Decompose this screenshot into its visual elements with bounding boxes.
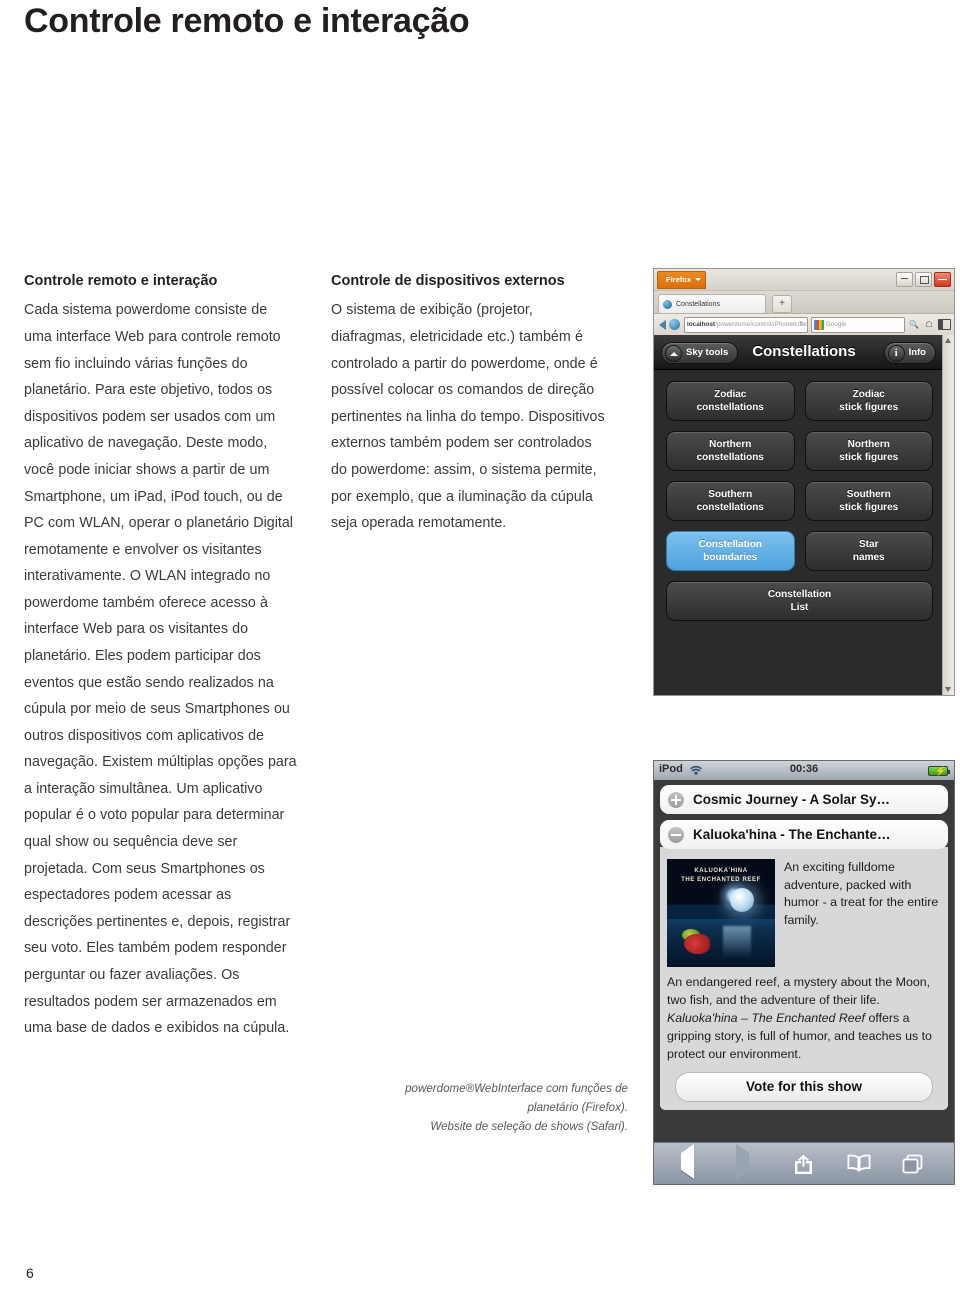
browser-titlebar: Firefox [654,269,954,291]
constellation-button[interactable]: Northern stick figures [804,431,933,471]
info-icon: i [894,348,898,359]
constellation-button[interactable]: Zodiac stick figures [804,381,933,421]
poster-title-line-1: KALUOKA'HINA [694,868,748,874]
firefox-menu-label: Firefox [666,275,692,284]
home-icon[interactable]: ☖ [923,320,935,329]
info-button[interactable]: i Info [883,342,936,364]
back-icon[interactable] [659,319,666,330]
page-number: 6 [26,1265,34,1281]
caption-line-1: powerdome®WebInterface com funções de [405,1082,628,1095]
info-badge: i [887,345,905,362]
caption-line-2: planetário (Firefox). [527,1100,628,1114]
tabs-icon[interactable] [901,1153,927,1175]
vote-button[interactable]: Vote for this show [675,1071,933,1102]
search-go-icon[interactable]: 🔍 [908,320,920,329]
browser-scrollbar[interactable] [942,335,954,695]
bookmarks-icon[interactable] [846,1153,872,1175]
constellation-button-grid: Zodiac constellations Zodiac stick figur… [654,370,945,632]
forward-icon [735,1143,762,1179]
caption-line-3: Website de seleção de shows (Safari). [430,1119,628,1133]
left-column-heading: Controle remoto e interação [24,273,218,289]
show-detail-panel: KALUOKA'HINA THE ENCHANTED REEF An excit… [660,847,948,1110]
constellation-button[interactable]: Southern stick figures [804,481,933,521]
firefox-browser-screenshot: Firefox Constellations + localhost/power… [653,268,955,696]
address-bar[interactable]: localhost/powerdome/control/iPhone/const… [684,316,808,333]
url-host: localhost [687,320,716,328]
constellation-button[interactable]: Northern constellations [666,431,795,471]
ios-status-bar: iPod 00:36 ⚡ [654,761,954,780]
window-controls [896,272,951,287]
moon-reflection-graphic [723,925,752,959]
back-icon[interactable] [680,1143,707,1179]
firefox-menu-button[interactable]: Firefox [657,271,707,289]
poster-title-line-2: THE ENCHANTED REEF [681,876,761,883]
show-description: An endangered reef, a mystery about the … [667,974,941,1064]
ipod-safari-screenshot: iPod 00:36 ⚡ Cosmic Journey - A Solar Sy… [653,760,955,1185]
webapp-header: Sky tools Constellations i Info [654,335,954,370]
scroll-down-icon[interactable] [945,687,951,692]
poster-title: KALUOKA'HINA THE ENCHANTED REEF [667,867,775,884]
battery-icon: ⚡ [928,766,950,776]
constellation-button[interactable]: Star names [804,531,933,571]
safari-toolbar [654,1142,954,1184]
show-poster-image: KALUOKA'HINA THE ENCHANTED REEF [667,859,775,967]
scroll-up-icon[interactable] [945,338,951,343]
clock-label: 00:36 [789,763,819,775]
figure-caption: powerdome®WebInterface com funções de pl… [331,1080,628,1136]
close-button[interactable] [934,272,951,287]
middle-column-body: O sistema de exibição (projetor, diafrag… [331,302,605,532]
info-label: Info [908,347,926,358]
plus-circle-icon [668,791,684,808]
list-item[interactable]: Kaluoka'hina - The Enchante… [660,820,948,849]
show-title-italic: Kaluoka'hina – The Enchanted Reef [667,1010,866,1025]
google-icon [814,319,824,330]
moon-graphic [729,888,754,913]
constellation-button[interactable]: Zodiac constellations [666,381,795,421]
site-identity-icon[interactable] [669,319,680,330]
chevron-down-icon [695,278,702,281]
sidebar-toggle-icon[interactable] [938,319,951,330]
left-column: Controle remoto e interação Cada sistema… [24,270,297,1042]
show-summary: An exciting fulldome adventure, packed w… [784,860,939,927]
middle-column: Controle de dispositivos externos O sist… [331,270,611,537]
left-column-body: Cada sistema powerdome consiste de uma i… [24,302,297,1037]
constellation-button[interactable]: Southern constellations [666,481,795,521]
search-placeholder: Google [826,320,847,328]
show-description-part-1: An endangered reef, a mystery about the … [667,975,931,1007]
browser-tabbar: Constellations + [654,291,954,314]
bookmark-star-icon[interactable]: ☆ ↻ [791,318,805,332]
show-detail-top: KALUOKA'HINA THE ENCHANTED REEF An excit… [667,859,941,967]
sea-graphic [667,919,775,967]
constellation-boundaries-button[interactable]: Constellation boundaries [666,531,795,571]
list-item-label: Kaluoka'hina - The Enchante… [693,827,891,842]
favicon-icon [663,300,672,309]
maximize-button[interactable] [915,272,932,287]
browser-navbar: localhost/powerdome/control/iPhone/const… [654,314,954,336]
page-title: Controle remoto e interação [24,2,470,40]
share-icon[interactable] [791,1153,817,1175]
search-input[interactable]: Google [811,316,905,333]
minus-circle-icon [668,826,684,843]
safari-viewport: Cosmic Journey - A Solar Sy… Kaluoka'hin… [654,780,954,1142]
new-tab-button[interactable]: + [772,295,792,313]
fish-graphic [684,934,711,955]
list-item-label: Cosmic Journey - A Solar Sy… [693,792,891,807]
middle-column-heading: Controle de dispositivos externos [331,273,565,289]
browser-tab-label: Constellations [676,301,720,308]
minimize-button[interactable] [896,272,913,287]
list-item[interactable]: Cosmic Journey - A Solar Sy… [660,785,948,814]
constellation-list-button[interactable]: Constellation List [666,581,933,621]
browser-viewport: Sky tools Constellations i Info Zodiac c… [654,335,954,695]
browser-tab[interactable]: Constellations [658,294,766,313]
